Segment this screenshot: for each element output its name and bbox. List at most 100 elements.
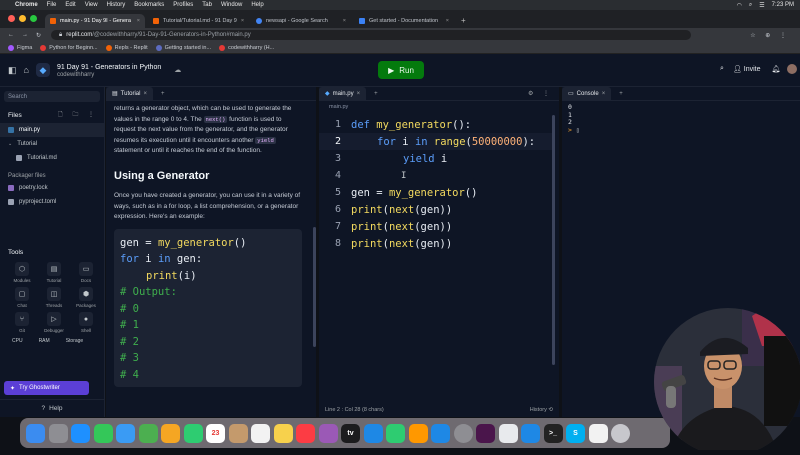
dock-trash-icon[interactable] (611, 423, 630, 443)
dock-pages-icon[interactable] (408, 423, 428, 443)
notifications-icon[interactable]: 🔔︎ (772, 65, 781, 73)
dock-reminders-icon[interactable] (251, 423, 270, 443)
file-actions-icons[interactable]: 🗋 🗀 ⋮ (58, 110, 98, 120)
new-tab-icon[interactable]: + (461, 16, 466, 25)
reload-icon[interactable]: ↻ (36, 32, 41, 39)
menu-help[interactable]: Help (251, 2, 263, 8)
dock-notes-icon[interactable] (273, 423, 293, 443)
tab-console[interactable]: ▭ Console × (562, 87, 612, 100)
dock-music-icon[interactable] (296, 423, 315, 443)
run-button[interactable]: ▶ Run (378, 61, 424, 79)
dock-keynote-icon[interactable] (363, 423, 383, 443)
add-tab-icon[interactable]: + (161, 91, 165, 97)
search-input[interactable]: Search (4, 91, 100, 102)
tool-git[interactable]: ⑂ Git (6, 312, 38, 333)
close-tab-icon[interactable]: × (143, 91, 147, 97)
tool-tutorial[interactable]: ▤ Tutorial (38, 262, 70, 283)
tool-threads[interactable]: ◫ Threads (38, 287, 70, 308)
menu-clock[interactable]: 7:23 PM (772, 2, 794, 8)
home-icon[interactable]: ⌂ (24, 65, 29, 75)
tool-docs[interactable]: ▭ Docs (70, 262, 102, 283)
menu-bookmarks[interactable]: Bookmarks (134, 2, 164, 8)
close-tab-icon[interactable]: × (241, 18, 244, 24)
browser-tab-documentation[interactable]: Get started - Documentation × (354, 14, 454, 28)
search-icon[interactable]: ⌕ (749, 2, 752, 9)
wifi-icon[interactable]: ◠ (737, 2, 742, 9)
browser-actions-icons[interactable]: ☆ ⊕ ⋮ (750, 32, 790, 39)
bookmark-python-beginners[interactable]: Python for Beginn... (40, 44, 98, 51)
invite-button[interactable]: 👤︎ Invite (733, 65, 761, 73)
dock-numbers-icon[interactable] (386, 423, 405, 443)
pane-actions-icons[interactable]: ⚙ ⋮ (528, 90, 553, 97)
file-item-main-py[interactable]: main.py (0, 123, 104, 137)
sidebar-toggle-icon[interactable]: ◧ (8, 65, 17, 76)
tab-main-py[interactable]: ◆ main.py × (319, 87, 367, 100)
help-button[interactable]: ? Help (0, 399, 104, 416)
editor-scrollbar[interactable] (552, 115, 555, 365)
dock-safari-icon[interactable] (71, 423, 90, 443)
tool-modules[interactable]: ⬡ Modules (6, 262, 38, 283)
url-field[interactable]: 🔒︎ replit.com/@codewithharry/91-Day-91-G… (51, 30, 692, 40)
dock-app-store-icon[interactable] (431, 423, 450, 443)
code-line-7[interactable]: 7 print(next (gen)) (319, 218, 555, 235)
forward-icon[interactable]: → (22, 32, 28, 39)
code-line-6[interactable]: 6 print(next (gen)) (319, 201, 555, 218)
browser-tab-tutorial[interactable]: Tutorial/Tutorial.md - 91 Day 9 × (148, 14, 248, 28)
dock-contacts-icon[interactable] (228, 423, 248, 443)
search-icon[interactable]: ⌕ (720, 65, 724, 73)
close-tab-icon[interactable]: × (343, 18, 346, 24)
code-line-2[interactable]: 2 for i in range(50000000): (319, 133, 555, 150)
bookmark-figma[interactable]: Figma (8, 44, 32, 51)
menu-edit[interactable]: Edit (65, 2, 75, 8)
control-center-icon[interactable]: ☰ (759, 2, 764, 9)
tab-tutorial[interactable]: ▤ Tutorial × (106, 87, 153, 100)
dock-system-settings-icon[interactable] (453, 423, 473, 443)
close-tab-icon[interactable]: × (602, 91, 606, 97)
console-prompt[interactable]: > ▯ (562, 126, 800, 135)
resource-meters[interactable]: CPU RAM Storage (12, 338, 104, 344)
tool-chat[interactable]: ▢ Chat (6, 287, 38, 308)
menu-history[interactable]: History (107, 2, 126, 8)
dock-calendar-icon[interactable]: 23 (206, 423, 225, 443)
add-tab-icon[interactable]: + (374, 91, 378, 97)
ghostwriter-button[interactable]: ✦ Try Ghostwriter (4, 381, 89, 395)
dock-mail-icon[interactable] (116, 423, 135, 443)
add-tab-icon[interactable]: + (619, 91, 623, 97)
dock-facetime-icon[interactable] (183, 423, 203, 443)
tutorial-scrollbar[interactable] (313, 227, 316, 347)
tool-debugger[interactable]: ▷ Debugger (38, 312, 70, 333)
code-line-8[interactable]: 8 print(next (gen)) (319, 235, 555, 252)
history-button[interactable]: History ⟲ (530, 407, 553, 413)
menu-window[interactable]: Window (221, 2, 242, 8)
code-line-5[interactable]: 5 gen = my_generator() (319, 184, 555, 201)
tool-shell[interactable]: ● Shell (70, 312, 102, 333)
browser-tab-google-search[interactable]: newsapi - Google Search × (251, 14, 351, 28)
menu-file[interactable]: File (47, 2, 57, 8)
close-tab-icon[interactable]: × (357, 91, 361, 97)
bookmark-repls[interactable]: Repls - Replit (105, 44, 148, 51)
bookmark-codewithharry[interactable]: codewithharry (H... (219, 44, 274, 51)
repl-avatar-icon[interactable]: ◆ (35, 63, 50, 77)
file-item-pyproject[interactable]: pyproject.toml (0, 195, 104, 209)
project-info[interactable]: 91 Day 91 - Generators in Python codewit… (57, 63, 161, 78)
bookmark-getting-started[interactable]: Getting started in... (155, 44, 211, 51)
back-icon[interactable]: ← (8, 32, 14, 39)
code-line-1[interactable]: 1 def my_generator (): (319, 116, 555, 133)
code-line-3[interactable]: 3 yield i (319, 150, 555, 167)
menu-chrome[interactable]: Chrome (15, 2, 38, 8)
menu-view[interactable]: View (85, 2, 98, 8)
dock-launchpad-icon[interactable] (48, 423, 68, 443)
zoom-window-icon[interactable] (30, 15, 37, 22)
dock-icloud-icon[interactable] (588, 423, 608, 443)
dock-skype-icon[interactable]: S (566, 423, 585, 443)
dock-chrome-icon[interactable] (498, 423, 518, 443)
code-line-4[interactable]: 4I (319, 167, 555, 184)
menu-tab[interactable]: Tab (202, 2, 212, 8)
file-item-poetry-lock[interactable]: poetry.lock (0, 181, 104, 195)
folder-item-tutorial[interactable]: ⌄ Tutorial (0, 137, 104, 151)
tool-packages[interactable]: ⬢ Packages (70, 287, 102, 308)
close-tab-icon[interactable]: × (446, 18, 449, 24)
dock-vscode-icon[interactable] (521, 423, 540, 443)
file-item-tutorial-md[interactable]: Tutorial.md (0, 151, 104, 165)
avatar[interactable] (787, 64, 798, 74)
